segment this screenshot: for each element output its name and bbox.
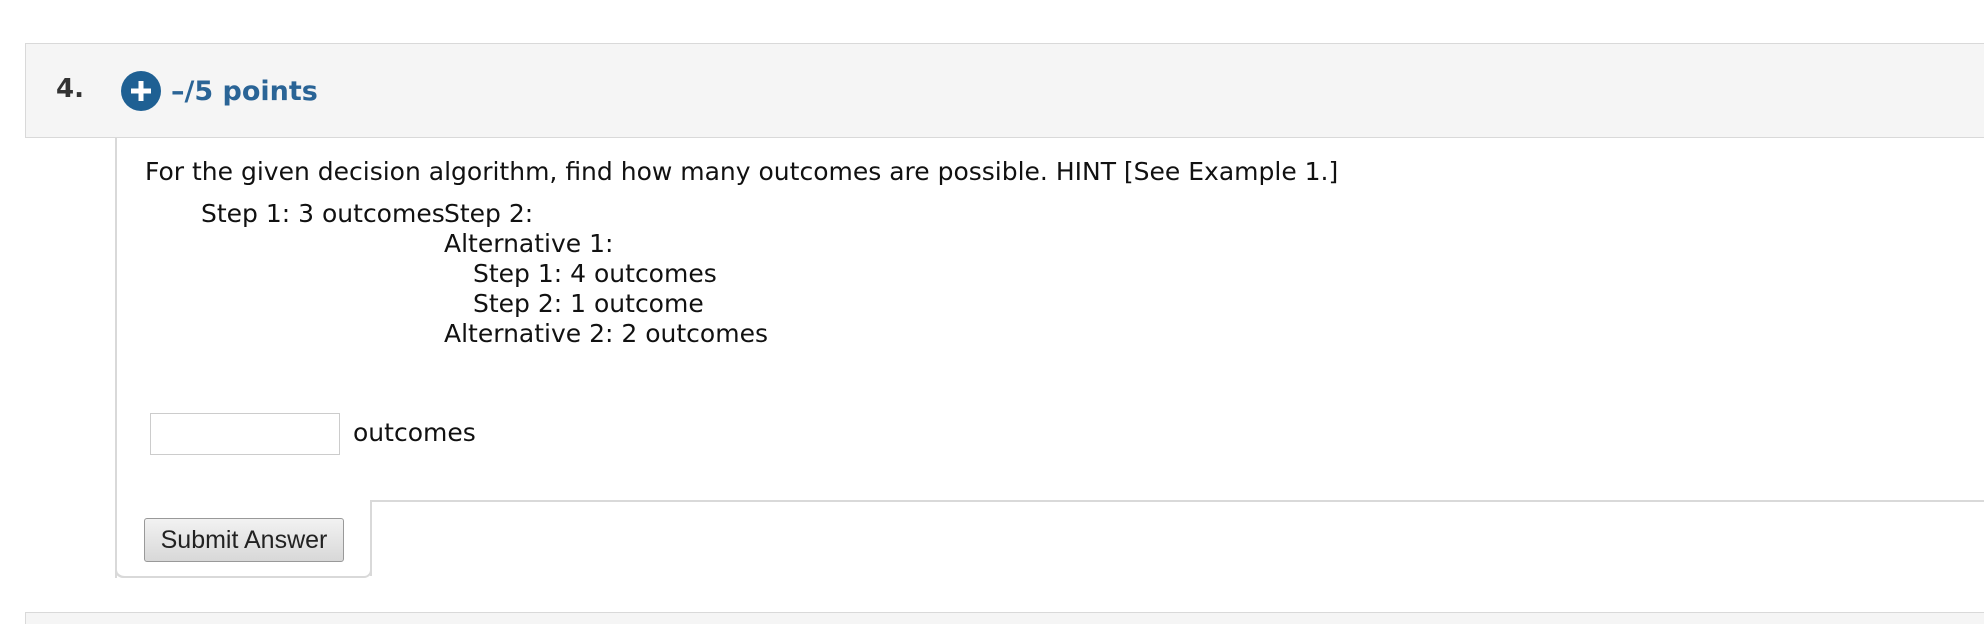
answer-unit-label: outcomes: [353, 418, 476, 447]
points-toggle[interactable]: –/5 points: [121, 71, 318, 111]
submit-tab-divider: [370, 500, 372, 576]
points-label: –/5 points: [171, 75, 318, 107]
algorithm-step1: Step 1: 3 outcomes: [201, 199, 445, 228]
submit-answer-button[interactable]: Submit Answer: [144, 518, 344, 562]
question-header: 4. –/5 points: [25, 43, 1984, 138]
question-number: 4.: [56, 74, 84, 104]
algorithm-alt1-step2: Step 2: 1 outcome: [473, 289, 704, 318]
algorithm-step2: Step 2:: [444, 199, 534, 228]
next-question-header: [25, 612, 1984, 624]
page: 4. –/5 points For the given decision alg…: [0, 0, 1984, 624]
submit-tab-rule: [372, 500, 1984, 502]
question-prompt: For the given decision algorithm, find h…: [145, 157, 1339, 186]
algorithm-alternative2: Alternative 2: 2 outcomes: [444, 319, 768, 348]
algorithm-alternative1: Alternative 1:: [444, 229, 614, 258]
algorithm-alt1-step1: Step 1: 4 outcomes: [473, 259, 717, 288]
answer-input[interactable]: [150, 413, 340, 455]
question-body: For the given decision algorithm, find h…: [115, 138, 1984, 578]
plus-circle-icon[interactable]: [121, 71, 161, 111]
body-bottom-corner: [115, 558, 129, 578]
